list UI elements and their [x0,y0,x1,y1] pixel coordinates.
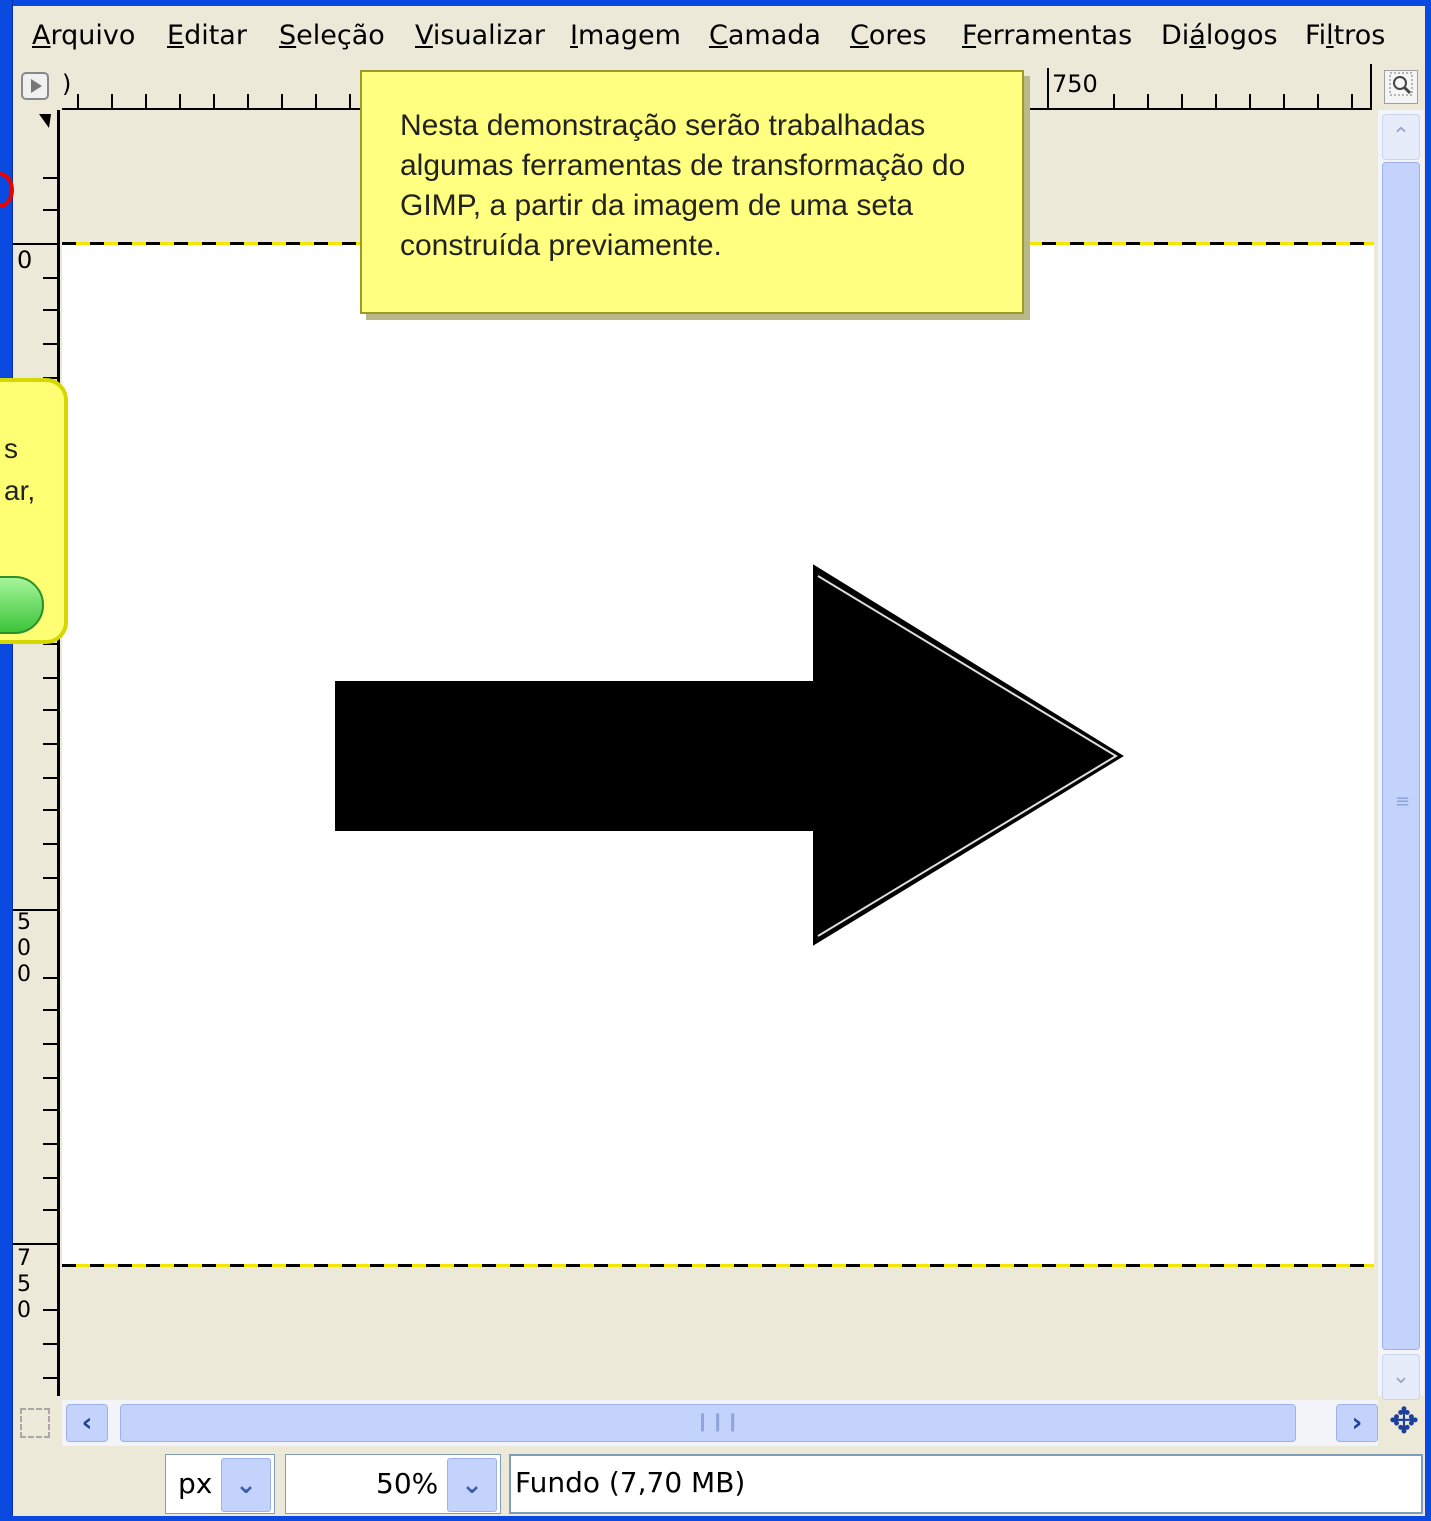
zoom-select[interactable]: 50% ⌄ [285,1454,501,1514]
ruler-v-label-750-d2: 5 [17,1272,31,1297]
zoom-value: 50% [376,1467,439,1500]
move-icon[interactable]: ✥ [1384,1402,1424,1442]
layer-info-text: Fundo (7,70 MB) [515,1466,746,1499]
chevron-left-icon[interactable]: ‹ [66,1404,108,1442]
menu-arquivo[interactable]: Arquivo [32,20,135,51]
ruler-menu-button[interactable] [20,70,52,102]
window-border-right [1425,0,1431,1521]
menu-camada[interactable]: Camada [709,20,821,51]
ruler-v-label-750-d3: 0 [17,1298,31,1323]
ruler-h-label-start: ) [62,70,72,98]
next-button[interactable]: ◆ [0,576,44,634]
ruler-h-label-750: 750 [1052,70,1098,98]
window-border-left [0,0,13,1521]
chevron-down-icon[interactable]: ⌄ [447,1458,497,1512]
menu-filtros[interactable]: Filtros [1305,20,1385,51]
side-tooltip-text: s ar, [4,433,36,506]
demo-tooltip-text: Nesta demonstração serão trabalhadas alg… [400,109,966,262]
menu-bar: Arquivo Editar Seleção Visualizar Imagem… [13,6,1425,64]
chevron-up-icon[interactable]: ⌃ [1382,114,1420,160]
quick-mask-icon[interactable] [20,1408,50,1438]
menu-ferramentas[interactable]: Ferramentas [962,20,1132,51]
arrow-shape[interactable] [62,244,1374,1266]
grip-icon: ≡ [1395,791,1411,812]
menu-selecao[interactable]: Seleção [279,20,385,51]
ruler-v-label-500-d1: 5 [17,910,31,935]
chevron-right-icon[interactable]: › [1336,1404,1378,1442]
chevron-down-icon[interactable]: ⌄ [1382,1354,1420,1400]
ruler-v-label-500-d2: 0 [17,936,31,961]
vertical-ruler[interactable]: 0 5 0 0 7 5 0 [13,110,60,1396]
demo-tooltip: Nesta demonstração serão trabalhadas alg… [360,70,1024,314]
horizontal-scroll-thumb[interactable]: ❙❙❙ [120,1404,1296,1442]
menu-cores[interactable]: Cores [850,20,927,51]
status-bar: px ⌄ 50% ⌄ Fundo (7,70 MB) [13,1450,1425,1516]
magnifier-icon [1389,72,1413,96]
play-icon [21,72,49,100]
vertical-scroll-thumb[interactable]: ≡ [1382,162,1420,1350]
layer-info-field: Fundo (7,70 MB) [509,1454,1423,1514]
zoom-icon[interactable] [1384,70,1418,104]
unit-value: px [178,1467,213,1500]
vertical-scrollbar[interactable]: ⌃ ≡ ⌄ [1378,110,1424,1400]
ruler-v-label-500-d3: 0 [17,962,31,987]
ruler-v-ticks [13,114,57,1379]
menu-visualizar[interactable]: Visualizar [415,20,545,51]
grip-icon: ❙❙❙ [695,1411,741,1432]
ruler-v-label-750-d1: 7 [17,1246,31,1271]
menu-dialogos[interactable]: Diálogos [1161,20,1278,51]
ruler-v-label-0: 0 [17,246,33,274]
chevron-down-icon[interactable]: ⌄ [221,1458,271,1512]
menu-editar[interactable]: Editar [167,20,247,51]
horizontal-scrollbar[interactable]: ‹ ❙❙❙ › [62,1400,1378,1446]
menu-imagem[interactable]: Imagem [570,20,681,51]
unit-select[interactable]: px ⌄ [165,1454,275,1514]
side-tooltip: s ar, ◆ [0,378,68,644]
